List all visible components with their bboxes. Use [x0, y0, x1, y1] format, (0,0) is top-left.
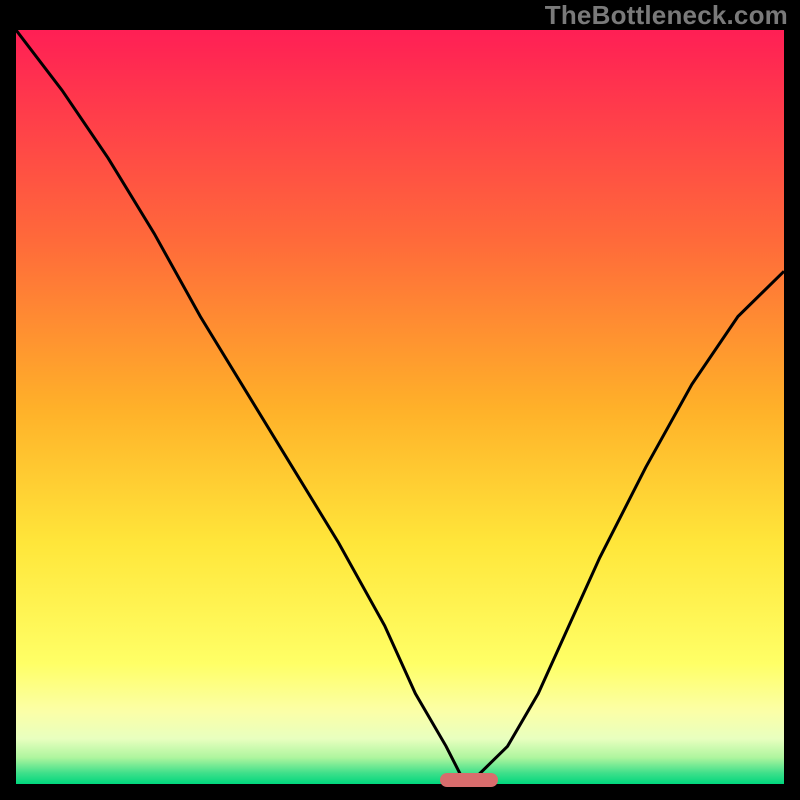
- plot-area: [16, 30, 784, 784]
- watermark-text: TheBottleneck.com: [545, 0, 788, 31]
- chart-frame: TheBottleneck.com: [0, 0, 800, 800]
- background-gradient: [16, 30, 784, 784]
- optimal-marker: [440, 773, 498, 787]
